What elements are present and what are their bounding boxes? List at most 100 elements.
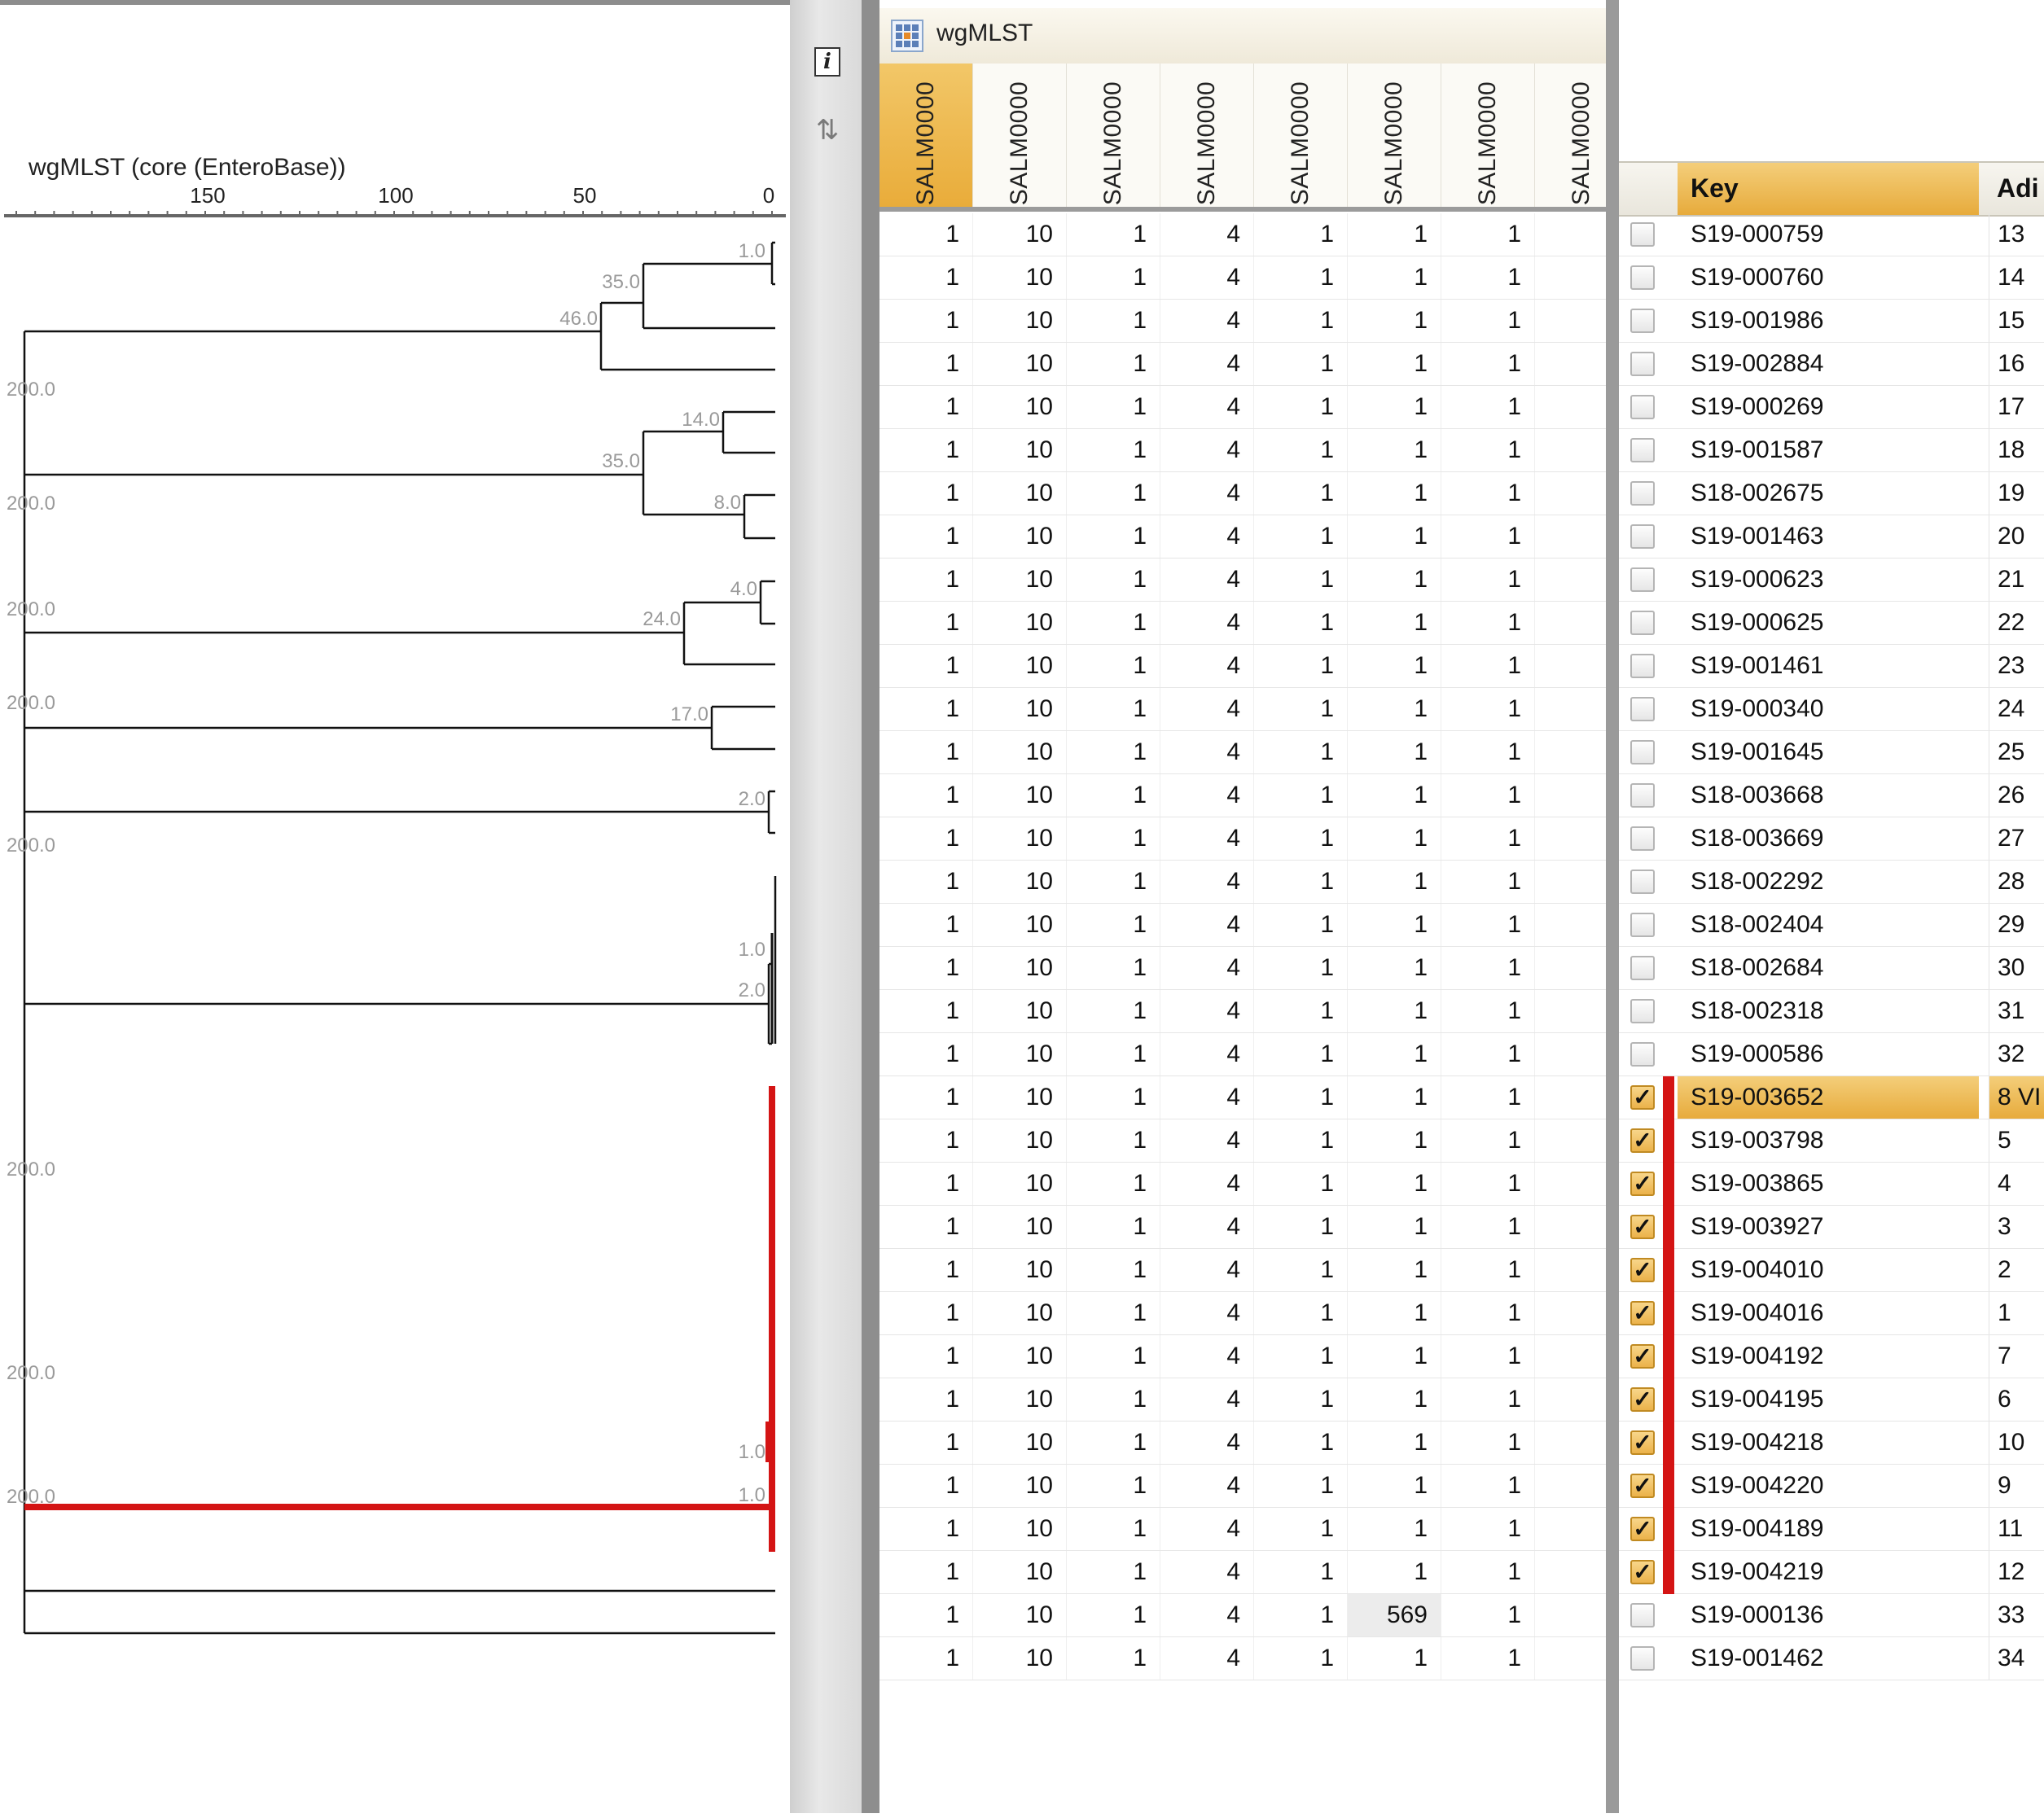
grid-cell[interactable]: 1 [1441, 559, 1535, 601]
grid-cell[interactable]: 1 [879, 343, 973, 385]
grid-cell[interactable]: 1 [879, 1465, 973, 1507]
grid-cell[interactable]: 1 [1348, 1206, 1441, 1248]
grid-cell[interactable]: 1 [1254, 343, 1348, 385]
adi-cell[interactable]: 30 [1989, 947, 2044, 989]
grid-cell[interactable]: 10 [973, 515, 1067, 558]
grid-cell[interactable]: 1 [1348, 343, 1441, 385]
grid-cell[interactable]: 10 [973, 947, 1067, 989]
grid-cell[interactable]: 1 [1067, 904, 1160, 946]
adi-cell[interactable]: 27 [1989, 817, 2044, 860]
grid-cell[interactable]: 1 [1254, 1033, 1348, 1075]
grid-cell[interactable]: 1 [879, 1076, 973, 1119]
grid-cell[interactable]: 4 [1160, 1594, 1254, 1636]
grid-cell[interactable]: 4 [1160, 1422, 1254, 1464]
grid-cell[interactable]: 1 [1254, 1465, 1348, 1507]
grid-cell[interactable]: 4 [1160, 602, 1254, 644]
grid-cell[interactable]: 1 [1441, 1551, 1535, 1593]
grid-cell[interactable]: 1 [1348, 1163, 1441, 1205]
grid-cell[interactable]: 4 [1160, 1249, 1254, 1291]
grid-cell[interactable]: 10 [973, 1551, 1067, 1593]
grid-cell[interactable]: 1 [1348, 1508, 1441, 1550]
key-cell[interactable]: S19-001986 [1678, 300, 1979, 342]
grid-cell[interactable]: 1 [879, 1335, 973, 1378]
grid-cell[interactable]: 1 [879, 1292, 973, 1334]
grid-cell[interactable]: 4 [1160, 386, 1254, 428]
checked-checkbox[interactable]: ✓ [1630, 1474, 1655, 1498]
checkbox[interactable] [1630, 913, 1655, 937]
grid-cell[interactable]: 10 [973, 1465, 1067, 1507]
grid-cell[interactable]: 1 [1348, 861, 1441, 903]
key-row[interactable]: S18-002404 29 [1619, 904, 2044, 947]
adi-cell[interactable]: 16 [1989, 343, 2044, 385]
grid-cell[interactable]: 1 [1254, 1335, 1348, 1378]
grid-cell[interactable]: 4 [1160, 1335, 1254, 1378]
key-cell[interactable]: S19-001463 [1678, 515, 1979, 558]
key-row[interactable]: S19-001645 25 [1619, 731, 2044, 774]
checkbox[interactable] [1630, 999, 1655, 1023]
grid-cell[interactable]: 10 [973, 343, 1067, 385]
grid-cell[interactable]: 1 [1067, 1637, 1160, 1680]
panel-divider[interactable] [862, 0, 879, 1813]
grid-row[interactable]: 1 10 1 4 1 1 1 [879, 774, 1629, 817]
key-cell[interactable]: S18-002318 [1678, 990, 1979, 1032]
grid-cell[interactable]: 1 [879, 1551, 973, 1593]
grid-cell[interactable]: 1 [1067, 1378, 1160, 1421]
adi-cell[interactable]: 5 [1989, 1119, 2044, 1162]
grid-cell[interactable]: 4 [1160, 1508, 1254, 1550]
key-cell[interactable]: S19-004218 [1678, 1422, 1979, 1464]
adi-cell[interactable]: 31 [1989, 990, 2044, 1032]
grid-cell[interactable]: 1 [1348, 515, 1441, 558]
grid-cell[interactable]: 1 [1348, 602, 1441, 644]
grid-row[interactable]: 1 10 1 4 1 1 1 [879, 559, 1629, 602]
grid-cell[interactable]: 1 [879, 1163, 973, 1205]
grid-cell[interactable]: 1 [1441, 1119, 1535, 1162]
column-header-salm0000[interactable]: SALM0000 [1160, 64, 1254, 207]
adi-cell[interactable]: 20 [1989, 515, 2044, 558]
adi-cell[interactable]: 4 [1989, 1163, 2044, 1205]
grid-cell[interactable]: 1 [879, 731, 973, 773]
grid-cell[interactable]: 1 [1348, 256, 1441, 299]
grid-cell[interactable]: 1 [1441, 343, 1535, 385]
grid-cell[interactable]: 1 [1067, 472, 1160, 515]
adi-cell[interactable]: 33 [1989, 1594, 2044, 1636]
grid-cell[interactable]: 1 [879, 1422, 973, 1464]
grid-row[interactable]: 1 10 1 4 1 1 1 [879, 256, 1629, 300]
grid-cell[interactable]: 4 [1160, 1551, 1254, 1593]
key-cell[interactable]: S19-000340 [1678, 688, 1979, 730]
grid-row[interactable]: 1 10 1 4 1 1 1 [879, 515, 1629, 559]
adi-cell[interactable]: 19 [1989, 472, 2044, 515]
key-row[interactable]: ✓ S19-004195 6 [1619, 1378, 2044, 1422]
adi-cell[interactable]: 24 [1989, 688, 2044, 730]
grid-cell[interactable]: 1 [1067, 645, 1160, 687]
column-header-salm0000[interactable]: SALM0000 [1254, 64, 1348, 207]
grid-cell[interactable]: 569 [1348, 1594, 1441, 1636]
key-cell[interactable]: S19-004192 [1678, 1335, 1979, 1378]
grid-cell[interactable]: 1 [1348, 559, 1441, 601]
grid-cell[interactable]: 10 [973, 472, 1067, 515]
grid-cell[interactable]: 10 [973, 774, 1067, 817]
grid-cell[interactable]: 1 [1348, 904, 1441, 946]
grid-cell[interactable]: 10 [973, 559, 1067, 601]
key-cell[interactable]: S19-000623 [1678, 559, 1979, 601]
grid-cell[interactable]: 1 [879, 688, 973, 730]
adi-column-header[interactable]: Adi [1989, 163, 2044, 215]
key-row[interactable]: S18-002675 19 [1619, 472, 2044, 515]
grid-cell[interactable]: 1 [1254, 256, 1348, 299]
grid-row[interactable]: 1 10 1 4 1 1 1 [879, 343, 1629, 386]
grid-cell[interactable]: 1 [1348, 947, 1441, 989]
grid-cell[interactable]: 1 [1441, 731, 1535, 773]
grid-cell[interactable]: 1 [879, 1637, 973, 1680]
adi-cell[interactable]: 25 [1989, 731, 2044, 773]
grid-cell[interactable]: 10 [973, 429, 1067, 471]
grid-cell[interactable]: 1 [1067, 1422, 1160, 1464]
grid-cell[interactable]: 1 [1067, 300, 1160, 342]
grid-cell[interactable]: 10 [973, 817, 1067, 860]
grid-cell[interactable]: 1 [1067, 1292, 1160, 1334]
adi-cell[interactable]: 2 [1989, 1249, 2044, 1291]
grid-cell[interactable]: 10 [973, 1206, 1067, 1248]
key-cell[interactable]: S19-003652 [1678, 1076, 1979, 1119]
grid-cell[interactable]: 1 [1254, 1292, 1348, 1334]
column-header-salm0000[interactable]: SALM0000 [879, 64, 973, 207]
grid-cell[interactable]: 1 [1254, 1163, 1348, 1205]
grid-cell[interactable]: 1 [1441, 688, 1535, 730]
